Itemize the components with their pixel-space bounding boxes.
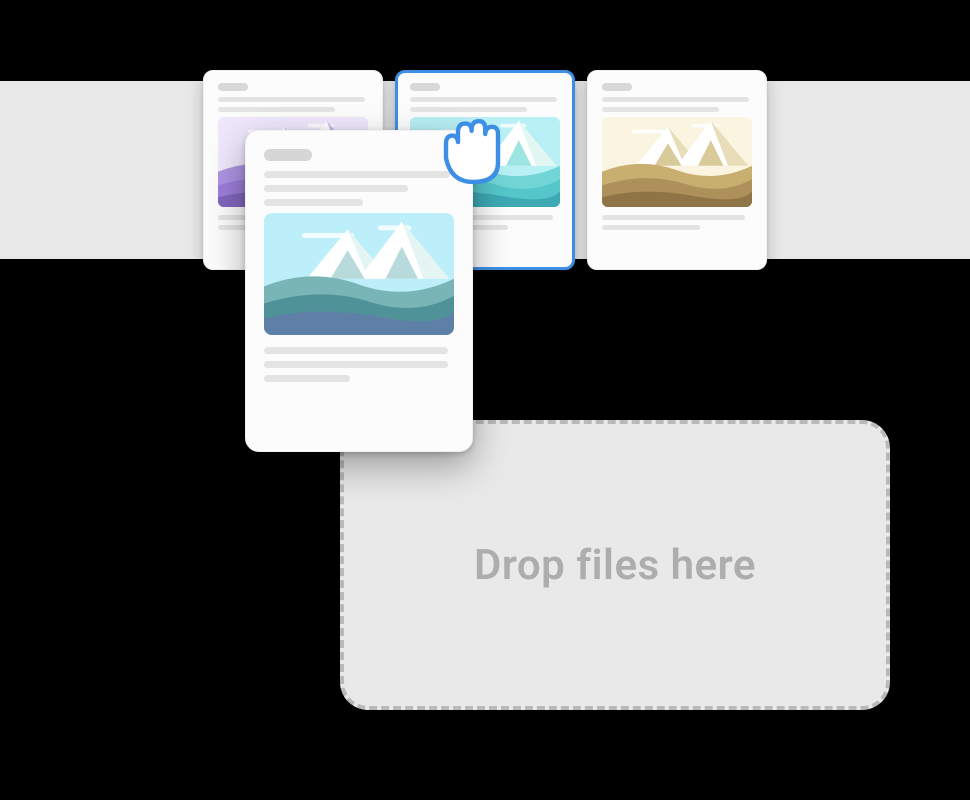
dragged-card[interactable] bbox=[245, 130, 473, 452]
placeholder-line bbox=[602, 107, 719, 112]
placeholder-line bbox=[602, 225, 700, 230]
placeholder-line bbox=[218, 107, 335, 112]
placeholder-title bbox=[218, 83, 248, 91]
placeholder-line bbox=[218, 97, 365, 102]
drop-zone[interactable]: Drop files here bbox=[340, 420, 890, 710]
thumbnail bbox=[602, 117, 752, 207]
thumbnail bbox=[264, 213, 454, 335]
placeholder-title bbox=[264, 149, 312, 161]
placeholder-line bbox=[264, 199, 363, 206]
placeholder-line bbox=[264, 361, 448, 368]
placeholder-line bbox=[602, 97, 749, 102]
card-row bbox=[0, 70, 970, 270]
placeholder-line bbox=[264, 171, 450, 178]
placeholder-line bbox=[264, 185, 408, 192]
placeholder-line bbox=[264, 347, 448, 354]
placeholder-title bbox=[410, 83, 440, 91]
placeholder-title bbox=[602, 83, 632, 91]
file-card[interactable] bbox=[587, 70, 767, 270]
placeholder-line bbox=[264, 375, 350, 382]
drop-zone-label: Drop files here bbox=[474, 541, 756, 590]
placeholder-line bbox=[410, 97, 557, 102]
placeholder-line bbox=[602, 215, 745, 220]
placeholder-line bbox=[410, 107, 527, 112]
